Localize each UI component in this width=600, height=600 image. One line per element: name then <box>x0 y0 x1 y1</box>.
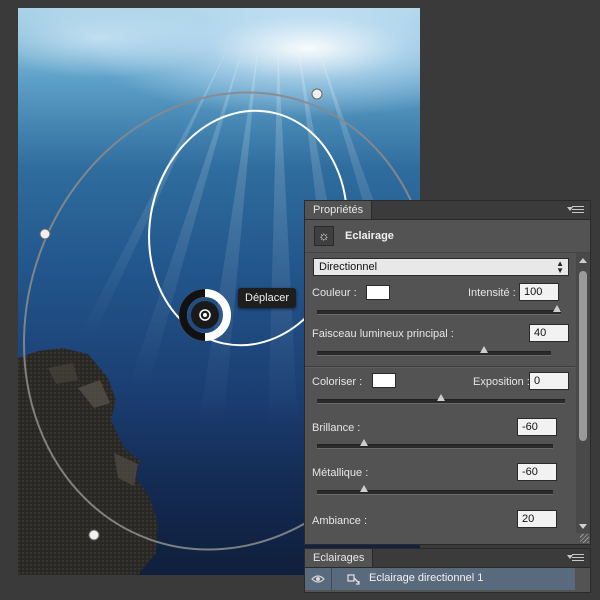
tab-properties[interactable]: Propriétés <box>305 201 373 219</box>
intensity-slider-thumb[interactable] <box>553 305 561 312</box>
properties-panel: Propriétés ☼ Eclairage Directionnel ▲ ▼ C… <box>304 200 591 545</box>
metallic-slider[interactable] <box>317 485 553 495</box>
exposure-label: Exposition : <box>473 376 530 388</box>
lights-tabbar: Eclairages <box>305 549 590 568</box>
properties-header: ☼ Eclairage <box>305 220 590 253</box>
properties-body: Directionnel ▲ ▼ Couleur : Intensité : 10… <box>305 253 575 545</box>
tab-lights[interactable]: Eclairages <box>305 549 374 567</box>
scroll-up-icon[interactable] <box>579 258 587 263</box>
light-type-select[interactable]: Directionnel ▲ ▼ <box>313 258 569 276</box>
colorize-swatch[interactable] <box>372 373 396 388</box>
hotspot-field[interactable]: 40 <box>529 324 569 342</box>
hotspot-label: Faisceau lumineux principal : <box>312 328 454 340</box>
section-divider <box>305 366 575 368</box>
hotspot-slider[interactable] <box>317 346 551 356</box>
light-item-label: Eclairage directionnel 1 <box>369 572 484 584</box>
light-list-item[interactable]: Eclairage directionnel 1 <box>305 568 575 590</box>
select-arrows-icon: ▲ ▼ <box>556 259 564 275</box>
properties-tabbar: Propriétés <box>305 201 590 220</box>
gloss-slider-thumb[interactable] <box>360 439 368 446</box>
resize-grip-icon[interactable] <box>580 534 589 543</box>
exposure-field[interactable]: 0 <box>529 372 569 390</box>
scroll-thumb[interactable] <box>579 271 587 441</box>
ambience-field[interactable]: 20 <box>517 510 557 528</box>
ambience-label: Ambiance : <box>312 515 368 527</box>
sun-light-icon: ☼ <box>314 226 334 246</box>
metallic-field[interactable]: -60 <box>517 463 557 481</box>
panel-menu-icon[interactable] <box>567 206 584 214</box>
hotspot-slider-thumb[interactable] <box>480 346 488 353</box>
exposure-slider-thumb[interactable] <box>437 394 445 401</box>
eye-icon[interactable] <box>311 573 325 585</box>
properties-scrollbar[interactable] <box>576 253 590 533</box>
metallic-label: Métallique : <box>312 467 369 479</box>
exposure-slider[interactable] <box>317 394 565 404</box>
intensity-slider[interactable] <box>317 305 561 315</box>
panel-menu-icon[interactable] <box>567 554 584 562</box>
color-label: Couleur : <box>312 287 357 299</box>
panel-title: Eclairage <box>345 230 394 242</box>
light-type-value: Directionnel <box>319 261 378 273</box>
move-tooltip: Déplacer <box>238 288 297 308</box>
scroll-down-icon[interactable] <box>579 524 587 529</box>
gloss-label: Brillance : <box>312 422 361 434</box>
color-swatch[interactable] <box>366 285 390 300</box>
intensity-field[interactable]: 100 <box>519 283 559 301</box>
directional-light-icon <box>347 574 360 585</box>
lights-panel: Eclairages Eclairage directionnel 1 <box>304 548 591 593</box>
gloss-field[interactable]: -60 <box>517 418 557 436</box>
gloss-slider[interactable] <box>317 439 553 449</box>
colorize-label: Coloriser : <box>312 376 363 388</box>
intensity-label: Intensité : <box>468 287 516 299</box>
metallic-slider-thumb[interactable] <box>360 485 368 492</box>
